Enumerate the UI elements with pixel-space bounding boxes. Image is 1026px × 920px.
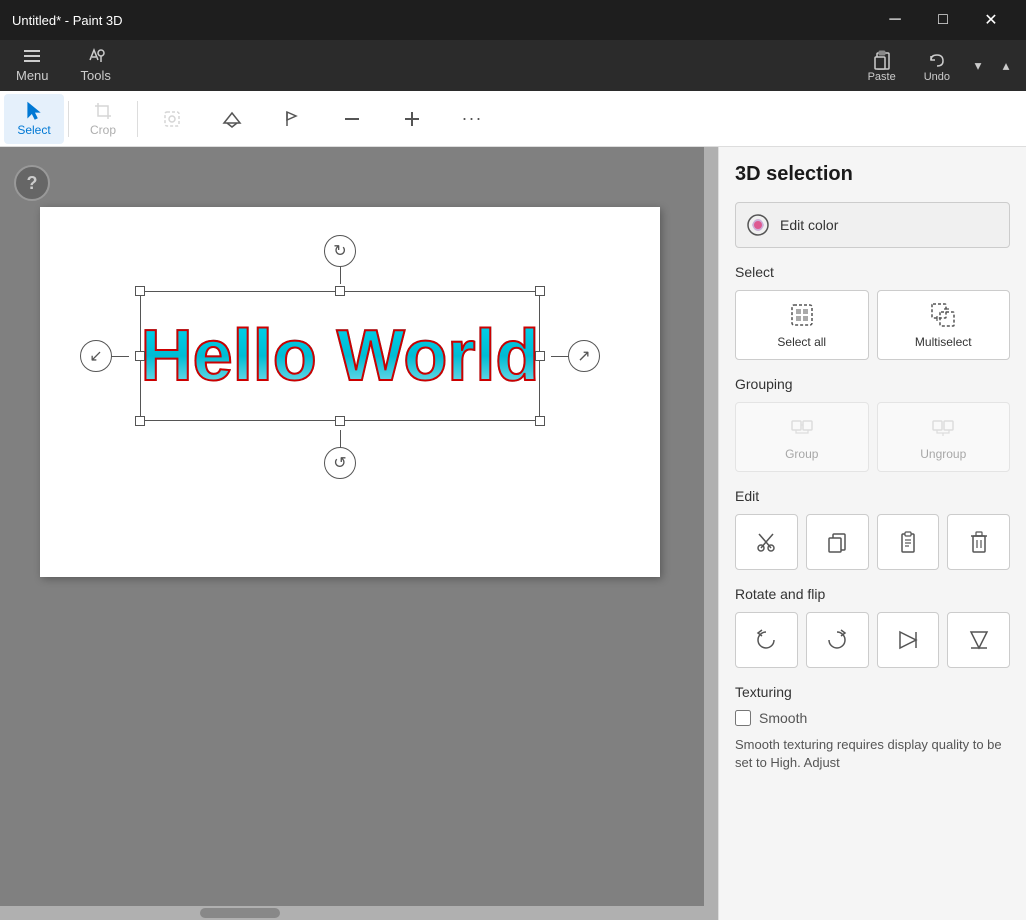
select-grid: Select all Multiselect (735, 290, 1010, 360)
smooth-checkbox-row: Smooth (735, 710, 1010, 726)
toolbar-sep-1 (68, 101, 69, 137)
main: ? Hello World ↻ ↺ ↙ ↗ (0, 147, 1026, 920)
rotate-section-label: Rotate and flip (735, 586, 1010, 602)
smooth-checkbox[interactable] (735, 710, 751, 726)
group-label: Group (785, 447, 818, 461)
more-button[interactable]: ··· (442, 94, 502, 144)
magic-select-button[interactable] (142, 94, 202, 144)
rotation-handle-bottom[interactable]: ↺ (324, 447, 356, 479)
grouping-grid: Group Ungroup (735, 402, 1010, 472)
handle-top-right[interactable] (535, 286, 545, 296)
paste-label: Paste (868, 71, 896, 83)
more-label: ··· (462, 108, 483, 129)
handle-mid-right[interactable] (535, 351, 545, 361)
flip-horizontal-button[interactable] (947, 612, 1010, 668)
panel-title: 3D selection (735, 163, 1010, 186)
smooth-note: Smooth texturing requires display qualit… (735, 736, 1010, 772)
canvas-container: Hello World ↻ ↺ ↙ ↗ (40, 207, 660, 577)
rotation-handle-left[interactable]: ↙ (80, 340, 112, 372)
multiselect-label: Multiselect (915, 335, 972, 349)
titlebar-controls: ─ □ ✕ (872, 0, 1014, 40)
canvas-area: ? Hello World ↻ ↺ ↙ ↗ (0, 147, 718, 920)
group-button[interactable]: Group (735, 402, 869, 472)
ungroup-button[interactable]: Ungroup (877, 402, 1011, 472)
edit-color-button[interactable]: Edit color (735, 202, 1010, 248)
select-all-label: Select all (777, 335, 826, 349)
menu-label: Menu (16, 68, 49, 83)
rotate-cw-button[interactable] (806, 612, 869, 668)
rotate-actions-row (735, 612, 1010, 668)
rotate-ccw-button[interactable] (735, 612, 798, 668)
vertical-scrollbar[interactable] (704, 147, 718, 906)
help-button[interactable]: ? (14, 165, 50, 201)
tools-label: Tools (81, 68, 111, 83)
edit-actions-row (735, 514, 1010, 570)
ribbon-expand-button[interactable]: ▾ (966, 46, 990, 86)
rotation-handle-right[interactable]: ↗ (568, 340, 600, 372)
grouping-section-label: Grouping (735, 376, 1010, 392)
handle-top-left[interactable] (135, 286, 145, 296)
titlebar: Untitled* - Paint 3D ─ □ ✕ (0, 0, 1026, 40)
paste-button[interactable]: Paste (856, 45, 908, 87)
crop-label: Crop (90, 123, 116, 137)
select-all-button[interactable]: Select all (735, 290, 869, 360)
tools-button[interactable]: Tools (65, 40, 127, 91)
ribbon-collapse-button[interactable]: ▴ (994, 46, 1018, 86)
selection-border (140, 291, 540, 421)
maximize-button[interactable]: □ (920, 0, 966, 40)
cut-button[interactable] (735, 514, 798, 570)
titlebar-left: Untitled* - Paint 3D (12, 13, 123, 28)
flag-button[interactable] (262, 94, 322, 144)
ribbon: Menu Tools Paste Undo ▾ (0, 40, 1026, 91)
delete-button[interactable] (947, 514, 1010, 570)
handle-bottom-center[interactable] (335, 416, 345, 426)
select-section-label: Select (735, 264, 1010, 280)
3d-select-button[interactable] (202, 94, 262, 144)
handle-bottom-right[interactable] (535, 416, 545, 426)
paste-panel-button[interactable] (877, 514, 940, 570)
minus-button[interactable] (322, 94, 382, 144)
toolbar-sep-2 (137, 101, 138, 137)
handle-mid-left[interactable] (135, 351, 145, 361)
handle-bottom-left[interactable] (135, 416, 145, 426)
flip-vertical-button[interactable] (877, 612, 940, 668)
undo-label: Undo (924, 71, 950, 83)
handle-top-center[interactable] (335, 286, 345, 296)
crop-tool-button[interactable]: Crop (73, 94, 133, 144)
ribbon-right: Paste Undo ▾ ▴ (856, 40, 1026, 91)
edit-section-label: Edit (735, 488, 1010, 504)
app-title: Untitled* - Paint 3D (12, 13, 123, 28)
texturing-section-label: Texturing (735, 684, 1010, 700)
right-panel: 3D selection Edit color Select Sel (718, 147, 1026, 920)
minimize-button[interactable]: ─ (872, 0, 918, 40)
edit-color-label: Edit color (780, 217, 838, 233)
select-label: Select (17, 123, 50, 137)
horizontal-scrollbar[interactable] (0, 906, 718, 920)
menu-button[interactable]: Menu (0, 40, 65, 91)
close-button[interactable]: ✕ (968, 0, 1014, 40)
rotation-handle-top[interactable]: ↻ (324, 235, 356, 267)
smooth-label: Smooth (759, 710, 807, 726)
copy-button[interactable] (806, 514, 869, 570)
toolbar: Select Crop (0, 91, 1026, 147)
ribbon-left: Menu Tools (0, 40, 127, 91)
multiselect-button[interactable]: Multiselect (877, 290, 1011, 360)
select-tool-button[interactable]: Select (4, 94, 64, 144)
ungroup-label: Ungroup (920, 447, 966, 461)
undo-button[interactable]: Undo (912, 45, 962, 87)
plus-button[interactable] (382, 94, 442, 144)
selection-box: ↻ ↺ ↙ ↗ (140, 291, 540, 421)
